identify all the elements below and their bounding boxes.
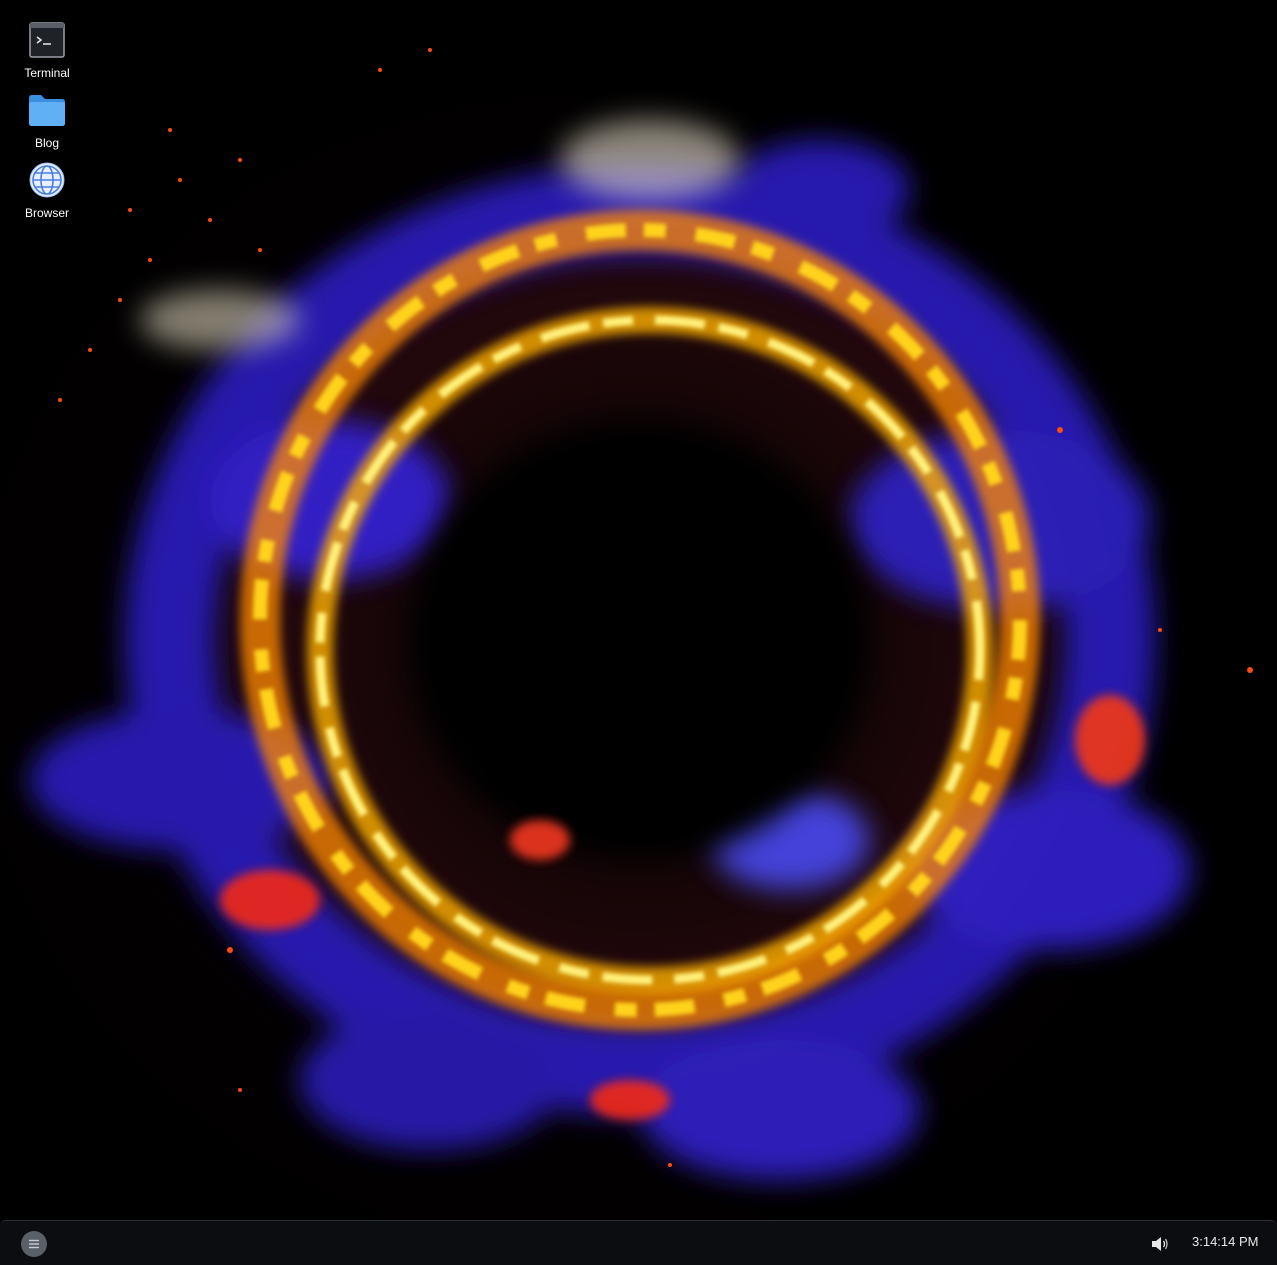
desktop-icon-blog[interactable]: Blog [0,88,94,150]
taskbar: 3:14:14 PM [0,1220,1277,1265]
desktop-icon-label: Browser [24,206,69,220]
start-menu-button[interactable] [21,1231,47,1257]
globe-icon [25,158,69,202]
desktop-icon-label: Terminal [24,66,70,80]
desktop[interactable]: Terminal Blog Browser [0,0,1277,1220]
desktop-icons: Terminal Blog Browser [0,18,94,228]
desktop-icon-browser[interactable]: Browser [0,158,94,220]
terminal-icon [25,18,69,62]
fire-ring-wallpaper [30,48,1253,1180]
desktop-icon-label: Blog [34,136,60,150]
taskbar-clock[interactable]: 3:14:14 PM [1192,1234,1272,1249]
folder-icon [25,88,69,132]
desktop-icon-terminal[interactable]: Terminal [0,18,94,80]
volume-button[interactable] [1150,1234,1170,1254]
speaker-icon [1152,1237,1168,1251]
menu-icon [29,1239,39,1249]
